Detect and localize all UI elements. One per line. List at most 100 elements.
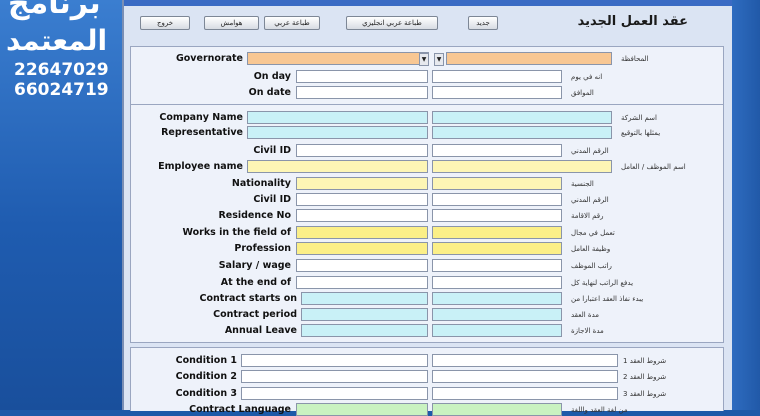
condition-3-input[interactable] bbox=[241, 387, 428, 400]
works-field-ar-input[interactable] bbox=[432, 226, 562, 239]
governorate-select[interactable] bbox=[247, 52, 429, 65]
civil-id-label: Civil ID bbox=[253, 145, 291, 156]
condition-1-ar-label: شروط العقد 1 bbox=[623, 357, 667, 365]
on-date-ar-input[interactable] bbox=[432, 86, 562, 99]
on-date-input[interactable] bbox=[296, 86, 428, 99]
profession-input[interactable] bbox=[296, 242, 428, 255]
salary-ar-label: راتب الموظف bbox=[571, 262, 612, 270]
promo-overlay: برنامج المعتمد 22647029 66024719 bbox=[0, 0, 122, 410]
promo-phone-2: 66024719 bbox=[14, 80, 109, 100]
print-arabic-button[interactable]: طباعة عربي bbox=[264, 16, 320, 30]
condition-1-input[interactable] bbox=[241, 354, 428, 367]
condition-2-ar-label: شروط العقد 2 bbox=[623, 373, 667, 381]
contract-period-ar-input[interactable] bbox=[432, 308, 562, 321]
representative-ar-label: يمثلها بالتوقيع bbox=[621, 129, 661, 137]
condition-1-label: Condition 1 bbox=[175, 355, 237, 366]
right-edge-panel bbox=[732, 0, 760, 410]
contract-starts-ar-input[interactable] bbox=[432, 292, 562, 305]
contract-starts-ar-label: يبدء نفاذ العقد اعتبارا من bbox=[571, 295, 644, 303]
condition-2-input[interactable] bbox=[241, 370, 428, 383]
on-date-ar-label: الموافق bbox=[571, 89, 594, 97]
company-name-ar-label: اسم الشركة bbox=[621, 114, 657, 122]
civil-id-ar-input[interactable] bbox=[432, 144, 562, 157]
new-button[interactable]: جديد bbox=[468, 16, 498, 30]
window-titlebar bbox=[124, 0, 734, 6]
salary-ar-input[interactable] bbox=[432, 259, 562, 272]
civil-id-2-input[interactable] bbox=[296, 193, 428, 206]
condition-3-label: Condition 3 bbox=[175, 388, 237, 399]
residence-no-label: Residence No bbox=[218, 210, 291, 221]
profession-ar-input[interactable] bbox=[432, 242, 562, 255]
governorate-ar-select[interactable] bbox=[446, 52, 612, 65]
section-parties-terms: Company Name اسم الشركة Representative ي… bbox=[130, 104, 724, 343]
on-day-ar-label: انه في يوم bbox=[571, 73, 603, 81]
works-field-label: Works in the field of bbox=[182, 227, 291, 238]
annual-leave-input[interactable] bbox=[301, 324, 428, 337]
section-conditions: Condition 1 شروط العقد 1 Condition 2 شرو… bbox=[130, 347, 724, 416]
on-day-input[interactable] bbox=[296, 70, 428, 83]
contract-language-ar-label: من لغة العقد واللغة bbox=[571, 406, 628, 414]
employee-name-input[interactable] bbox=[247, 160, 428, 173]
contract-period-label: Contract period bbox=[213, 309, 297, 320]
civil-id-ar-label: الرقم المدني bbox=[571, 147, 609, 155]
works-field-input[interactable] bbox=[296, 226, 428, 239]
residence-no-ar-label: رقم الاقامة bbox=[571, 212, 604, 220]
civil-id-2-ar-label: الرقم المدني bbox=[571, 196, 609, 204]
employee-name-ar-label: اسم الموظف / العامل bbox=[621, 163, 686, 171]
at-end-of-label: At the end of bbox=[220, 277, 291, 288]
at-end-of-ar-input[interactable] bbox=[432, 276, 562, 289]
exit-button[interactable]: خروج bbox=[140, 16, 190, 30]
condition-2-label: Condition 2 bbox=[175, 371, 237, 382]
condition-3-ar-label: شروط العقد 3 bbox=[623, 390, 667, 398]
governorate-label: Governorate bbox=[175, 53, 243, 64]
chevron-down-icon[interactable]: ▼ bbox=[419, 53, 429, 66]
governorate-ar-label: المحافظة bbox=[621, 55, 649, 63]
salary-input[interactable] bbox=[296, 259, 428, 272]
representative-ar-input[interactable] bbox=[432, 126, 612, 139]
contract-period-input[interactable] bbox=[301, 308, 428, 321]
employee-name-ar-input[interactable] bbox=[432, 160, 612, 173]
section-location-date: Governorate ▼ ▼ المحافظة On day انه في ي… bbox=[130, 46, 724, 105]
residence-no-ar-input[interactable] bbox=[432, 209, 562, 222]
civil-id-2-label: Civil ID bbox=[253, 194, 291, 205]
print-arabic-english-button[interactable]: طباعة عربي انجليزي bbox=[346, 16, 438, 30]
profession-label: Profession bbox=[234, 243, 291, 254]
at-end-of-input[interactable] bbox=[296, 276, 428, 289]
civil-id-input[interactable] bbox=[296, 144, 428, 157]
nationality-ar-input[interactable] bbox=[432, 177, 562, 190]
promo-subtitle: المعتمد bbox=[6, 24, 108, 57]
annual-leave-label: Annual Leave bbox=[224, 325, 297, 336]
condition-3-ar-input[interactable] bbox=[432, 387, 618, 400]
on-day-label: On day bbox=[253, 71, 291, 82]
contract-form-window: خروج هوامش طباعة عربي طباعة عربي انجليزي… bbox=[122, 0, 734, 416]
footnotes-button[interactable]: هوامش bbox=[204, 16, 259, 30]
promo-title: برنامج bbox=[8, 0, 101, 21]
nationality-input[interactable] bbox=[296, 177, 428, 190]
civil-id-2-ar-input[interactable] bbox=[432, 193, 562, 206]
contract-starts-label: Contract starts on bbox=[199, 293, 297, 304]
chevron-down-icon[interactable]: ▼ bbox=[434, 53, 444, 66]
promo-phone-1: 22647029 bbox=[14, 60, 109, 80]
company-name-input[interactable] bbox=[247, 111, 428, 124]
on-date-label: On date bbox=[248, 87, 291, 98]
employee-name-label: Employee name bbox=[158, 161, 243, 172]
condition-2-ar-input[interactable] bbox=[432, 370, 618, 383]
profession-ar-label: وظيفة العامل bbox=[571, 245, 611, 253]
form-title: عقد العمل الجديد bbox=[577, 14, 688, 29]
condition-1-ar-input[interactable] bbox=[432, 354, 618, 367]
nationality-label: Nationality bbox=[231, 178, 291, 189]
representative-input[interactable] bbox=[247, 126, 428, 139]
contract-period-ar-label: مدة العقد bbox=[571, 311, 599, 319]
nationality-ar-label: الجنسية bbox=[571, 180, 594, 188]
representative-label: Representative bbox=[161, 127, 243, 138]
on-day-ar-input[interactable] bbox=[432, 70, 562, 83]
salary-label: Salary / wage bbox=[218, 260, 291, 271]
works-field-ar-label: تعمل في مجال bbox=[571, 229, 615, 237]
annual-leave-ar-input[interactable] bbox=[432, 324, 562, 337]
at-end-of-ar-label: يدفع الراتب لنهاية كل bbox=[571, 279, 634, 287]
contract-starts-input[interactable] bbox=[301, 292, 428, 305]
annual-leave-ar-label: مدة الاجازة bbox=[571, 327, 604, 335]
company-name-label: Company Name bbox=[159, 112, 243, 123]
residence-no-input[interactable] bbox=[296, 209, 428, 222]
company-name-ar-input[interactable] bbox=[432, 111, 612, 124]
